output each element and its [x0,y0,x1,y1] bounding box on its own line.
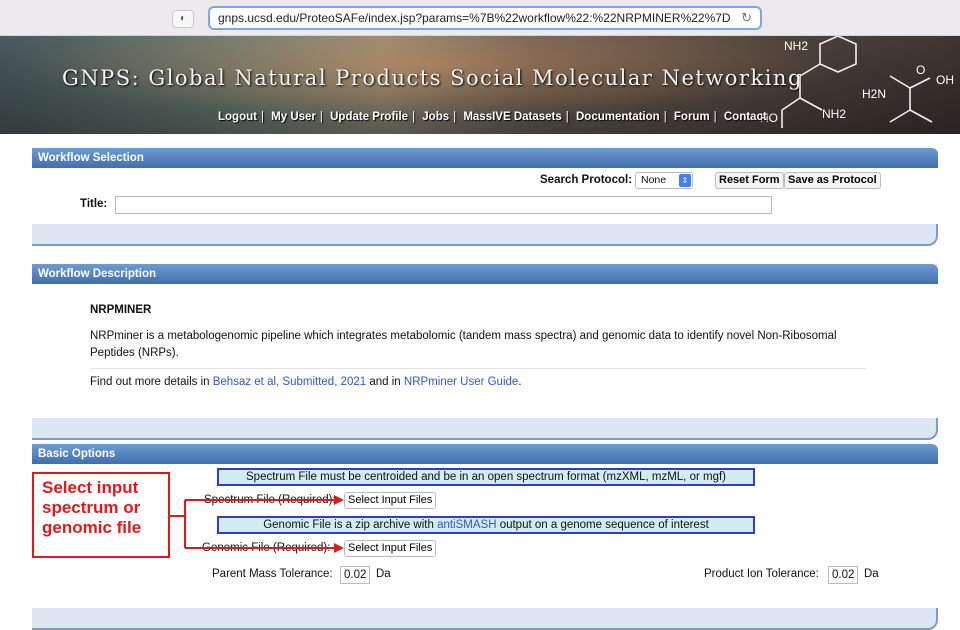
top-navigation: Logout | My User | Update Profile | Jobs | M… [218,111,767,123]
annotation-callout: Select input spectrum or genomic file [32,472,170,558]
user-guide-link[interactable]: NRPminer User Guide [404,376,518,388]
workflow-description-text: NRPminer is a metabologenomic pipeline w… [90,330,837,359]
nav-logout[interactable]: Logout [218,111,257,123]
product-ion-tolerance-input[interactable]: 0.02 [828,566,858,584]
molecule-label-nh2-bottom: NH2 [822,107,846,121]
privacy-shield-icon[interactable]: ◐ [172,10,194,28]
workflow-name: NRPMINER [90,304,152,316]
molecule-label-nh2-top: NH2 [784,39,808,53]
genomic-info-box: Genomic File is a zip archive with antiS… [217,516,755,534]
workflow-selection-panel: Workflow Selection Search Protocol: None… [32,148,938,246]
molecule-label-h2n: H2N [862,87,886,101]
molecule-label-o: O [916,63,925,77]
parent-mass-tolerance-input[interactable]: 0.02 [340,566,370,584]
divider [90,368,866,369]
spectrum-file-label: Spectrum File (Required): [204,494,336,506]
panel-footer [32,224,938,246]
genomic-info-suffix: output on a genome sequence of interest [496,519,709,531]
url-field[interactable]: gnps.ucsd.edu/ProteoSAFe/index.jsp?param… [208,6,762,30]
more-prefix: Find out more details in [90,376,213,388]
genomic-info-prefix: Genomic File is a zip archive with [263,519,438,531]
reload-icon[interactable]: ↻ [741,8,752,28]
more-suffix: . [518,376,522,388]
parent-mass-tolerance-label: Parent Mass Tolerance: [212,568,333,580]
search-protocol-value: None [641,174,667,186]
spectrum-info-box: Spectrum File must be centroided and be … [217,468,755,486]
panel-footer [32,608,938,630]
parent-mass-unit: Da [376,568,391,580]
title-label: Title: [80,198,108,210]
nav-massive-datasets[interactable]: MassIVE Datasets [463,111,561,123]
antismash-link[interactable]: antiSMASH [437,519,496,531]
behsaz-paper-link[interactable]: Behsaz et al, Submitted, 2021 [213,376,366,388]
browser-toolbar: ◐ gnps.ucsd.edu/ProteoSAFe/index.jsp?par… [0,0,960,36]
nav-forum[interactable]: Forum [674,111,710,123]
panel-heading: Workflow Selection [32,148,938,168]
reset-form-button[interactable]: Reset Form [715,172,784,189]
nav-my-user[interactable]: My User [271,111,316,123]
genomic-select-input-button[interactable]: Select Input Files [344,540,437,557]
nav-jobs[interactable]: Jobs [422,111,449,123]
save-as-protocol-button[interactable]: Save as Protocol [784,172,881,189]
search-protocol-label: Search Protocol: [540,174,633,186]
nav-contact[interactable]: Contact [724,111,767,123]
genomic-file-label: Genomic File (Required): [202,542,331,554]
nav-update-profile[interactable]: Update Profile [330,111,408,123]
more-middle: and in [366,376,404,388]
site-banner: GNPS: Global Natural Products Social Mol… [0,36,960,134]
panel-footer [32,418,938,440]
search-protocol-select[interactable]: None ⇕ [635,172,693,189]
site-title: GNPS: Global Natural Products Social Mol… [62,66,803,90]
url-text: gnps.ucsd.edu/ProteoSAFe/index.jsp?param… [218,11,731,25]
more-details: Find out more details in Behsaz et al, S… [90,376,522,388]
panel-heading: Workflow Description [32,264,938,284]
title-input[interactable] [115,196,772,214]
nav-documentation[interactable]: Documentation [576,111,660,123]
workflow-description-panel: Workflow Description NRPMINER NRPminer i… [32,264,938,440]
chevron-updown-icon: ⇕ [679,174,691,187]
product-ion-unit: Da [864,568,879,580]
product-ion-tolerance-label: Product Ion Tolerance: [704,568,819,580]
molecule-structure-icon: NH2 O OH H2N HO NH2 [760,36,954,128]
molecule-label-oh: OH [936,73,954,87]
spectrum-select-input-button[interactable]: Select Input Files [344,492,437,509]
panel-heading: Basic Options [32,444,938,464]
